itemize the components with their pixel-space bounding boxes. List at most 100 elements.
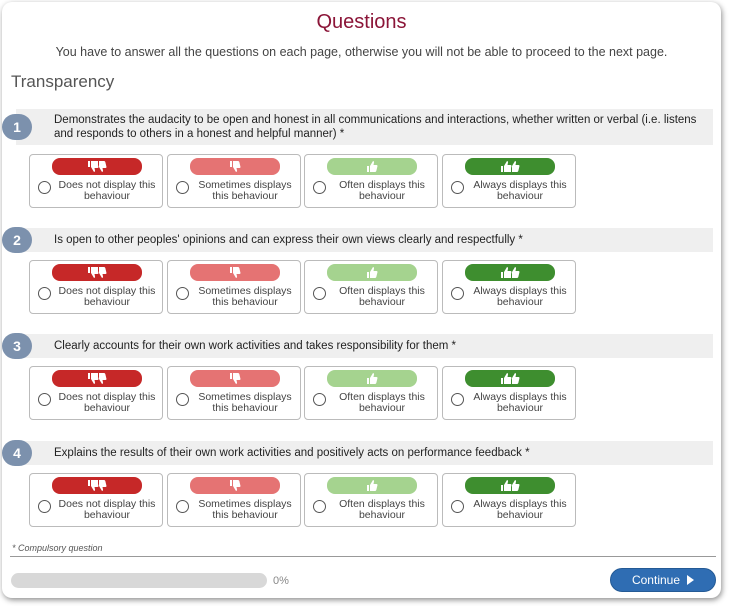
question-number-badge: 4 (2, 440, 32, 466)
thumbs-up-icon (364, 371, 380, 386)
question-number-badge: 2 (2, 227, 32, 253)
rating-pill (465, 158, 555, 175)
progress-bar (11, 573, 267, 588)
double-thumbs-up-icon (498, 159, 522, 174)
option-label: Sometimes displays this behaviour (198, 391, 292, 414)
rating-pill (52, 158, 142, 175)
thumbs-down-icon (227, 478, 243, 493)
double-thumbs-up-icon (498, 371, 522, 386)
thumbs-up-icon (364, 478, 380, 493)
question-2-option-3[interactable]: Often displays this behaviour (304, 260, 438, 314)
option-label: Always displays this behaviour (473, 498, 567, 521)
radio-button[interactable] (38, 181, 51, 194)
option-label: Always displays this behaviour (473, 285, 567, 308)
question-2-header: Is open to other peoples' opinions and c… (16, 228, 713, 252)
radio-button[interactable] (451, 287, 464, 300)
option-label: Does not display this behaviour (58, 498, 156, 521)
rating-pill (465, 477, 555, 494)
option-label: Often displays this behaviour (339, 498, 425, 521)
option-label: Often displays this behaviour (339, 179, 425, 202)
double-thumbs-down-icon (85, 159, 109, 174)
question-2-option-1[interactable]: Does not display this behaviour (29, 260, 163, 314)
continue-label: Continue (631, 573, 681, 587)
radio-button[interactable] (313, 287, 326, 300)
play-arrow-icon (687, 575, 695, 585)
radio-button[interactable] (176, 393, 189, 406)
option-label: Does not display this behaviour (58, 391, 156, 414)
question-4-option-2[interactable]: Sometimes displays this behaviour (167, 473, 301, 527)
question-1-option-4[interactable]: Always displays this behaviour (442, 154, 576, 208)
rating-pill (190, 158, 280, 175)
footer-divider (10, 556, 716, 557)
option-label: Does not display this behaviour (58, 179, 156, 202)
double-thumbs-up-icon (498, 478, 522, 493)
question-number-badge: 3 (2, 333, 32, 359)
question-1-option-3[interactable]: Often displays this behaviour (304, 154, 438, 208)
question-2-option-4[interactable]: Always displays this behaviour (442, 260, 576, 314)
rating-pill (327, 477, 417, 494)
radio-button[interactable] (451, 393, 464, 406)
rating-pill (327, 370, 417, 387)
option-label: Often displays this behaviour (339, 391, 425, 414)
question-3-option-1[interactable]: Does not display this behaviour (29, 366, 163, 420)
question-text: Explains the results of their own work a… (54, 447, 530, 459)
radio-button[interactable] (176, 181, 189, 194)
radio-button[interactable] (451, 181, 464, 194)
radio-button[interactable] (176, 287, 189, 300)
thumbs-down-icon (227, 159, 243, 174)
option-label: Always displays this behaviour (473, 391, 567, 414)
option-label: Always displays this behaviour (473, 179, 567, 202)
question-4-option-3[interactable]: Often displays this behaviour (304, 473, 438, 527)
option-label: Sometimes displays this behaviour (198, 498, 292, 521)
question-3-option-3[interactable]: Often displays this behaviour (304, 366, 438, 420)
question-4-option-4[interactable]: Always displays this behaviour (442, 473, 576, 527)
questionnaire-card: Questions You have to answer all the que… (2, 2, 721, 598)
radio-button[interactable] (38, 287, 51, 300)
page-title: Questions (316, 11, 407, 33)
rating-pill (327, 158, 417, 175)
continue-button[interactable]: Continue (610, 568, 716, 592)
radio-button[interactable] (313, 500, 326, 513)
rating-pill (52, 477, 142, 494)
question-4-header: Explains the results of their own work a… (16, 441, 713, 465)
thumbs-down-icon (227, 265, 243, 280)
double-thumbs-down-icon (85, 265, 109, 280)
thumbs-down-icon (227, 371, 243, 386)
question-2-option-2[interactable]: Sometimes displays this behaviour (167, 260, 301, 314)
question-number-badge: 1 (2, 114, 32, 140)
compulsory-note: * Compulsory question (12, 543, 103, 553)
question-3-option-4[interactable]: Always displays this behaviour (442, 366, 576, 420)
instructions-text: You have to answer all the questions on … (55, 45, 668, 59)
rating-pill (327, 264, 417, 281)
rating-pill (52, 370, 142, 387)
rating-pill (465, 370, 555, 387)
rating-pill (465, 264, 555, 281)
option-label: Does not display this behaviour (58, 285, 156, 308)
thumbs-up-icon (364, 265, 380, 280)
radio-button[interactable] (313, 393, 326, 406)
rating-pill (190, 264, 280, 281)
progress-text: 0% (273, 575, 289, 587)
question-text: Is open to other peoples' opinions and c… (54, 234, 523, 246)
radio-button[interactable] (313, 181, 326, 194)
rating-pill (190, 477, 280, 494)
radio-button[interactable] (176, 500, 189, 513)
option-label: Sometimes displays this behaviour (198, 285, 292, 308)
question-3-header: Clearly accounts for their own work acti… (16, 334, 713, 358)
question-1-option-2[interactable]: Sometimes displays this behaviour (167, 154, 301, 208)
double-thumbs-up-icon (498, 265, 522, 280)
option-label: Sometimes displays this behaviour (198, 179, 292, 202)
option-label: Often displays this behaviour (339, 285, 425, 308)
radio-button[interactable] (451, 500, 464, 513)
radio-button[interactable] (38, 393, 51, 406)
radio-button[interactable] (38, 500, 51, 513)
double-thumbs-down-icon (85, 371, 109, 386)
section-title: Transparency (11, 72, 115, 91)
question-4-option-1[interactable]: Does not display this behaviour (29, 473, 163, 527)
question-3-option-2[interactable]: Sometimes displays this behaviour (167, 366, 301, 420)
question-text: Demonstrates the audacity to be open and… (54, 114, 697, 140)
thumbs-up-icon (364, 159, 380, 174)
question-1-option-1[interactable]: Does not display this behaviour (29, 154, 163, 208)
question-text: Clearly accounts for their own work acti… (54, 340, 457, 352)
double-thumbs-down-icon (85, 478, 109, 493)
